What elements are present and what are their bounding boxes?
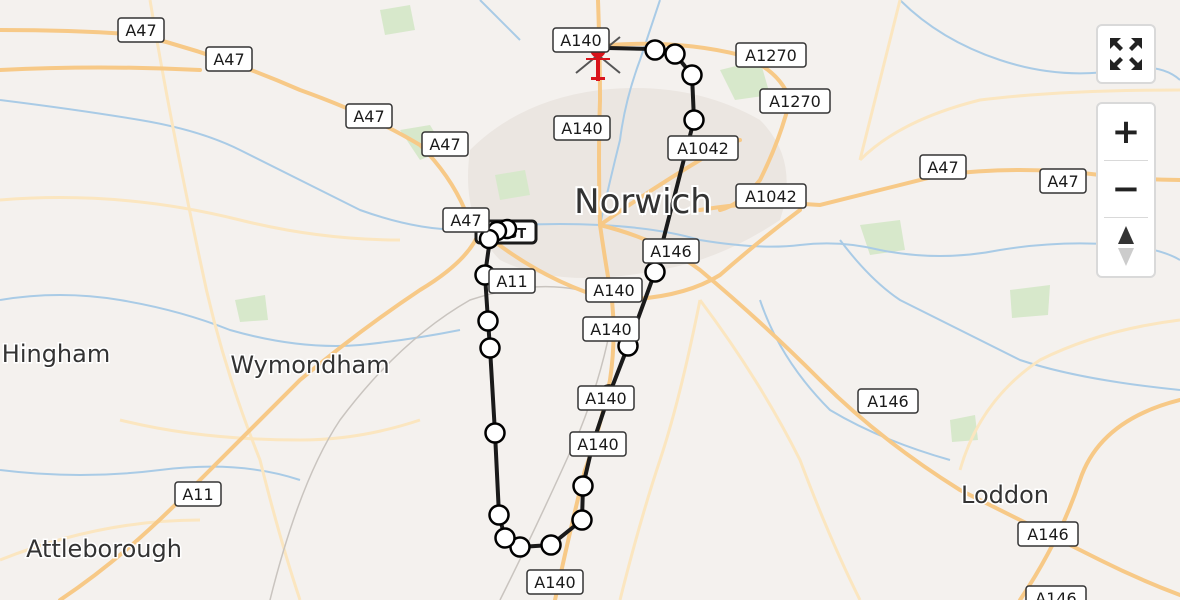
fullscreen-button[interactable] xyxy=(1098,26,1154,82)
road-shield-a140: A140 xyxy=(526,569,584,595)
zoom-control: + − xyxy=(1096,102,1156,278)
road-shield-a11: A11 xyxy=(488,268,536,294)
svg-text:A11: A11 xyxy=(496,272,527,291)
map-canvas[interactable]: ST A47 A47 A47 A47 A47 A47 A47 A140 A140… xyxy=(0,0,1180,600)
fullscreen-control[interactable] xyxy=(1096,24,1156,84)
svg-text:A146: A146 xyxy=(1027,525,1068,544)
route-waypoint[interactable] xyxy=(572,475,594,497)
route-waypoint[interactable] xyxy=(477,310,499,332)
svg-text:A146: A146 xyxy=(650,242,691,261)
svg-text:A1270: A1270 xyxy=(745,46,797,65)
svg-text:A1042: A1042 xyxy=(745,187,797,206)
svg-text:A47: A47 xyxy=(213,50,244,69)
svg-text:A146: A146 xyxy=(1035,589,1076,600)
road-shield-a140: A140 xyxy=(582,316,640,342)
svg-text:A47: A47 xyxy=(125,21,156,40)
road-shield-a47: A47 xyxy=(919,154,967,180)
fullscreen-icon xyxy=(1110,38,1142,70)
route-waypoint[interactable] xyxy=(494,527,516,549)
place-label-attleborough: Attleborough xyxy=(26,535,182,563)
zoom-in-button[interactable]: + xyxy=(1098,104,1154,160)
road-shield-a1042: A1042 xyxy=(667,135,739,161)
route-waypoint[interactable] xyxy=(644,39,666,61)
road-shield-a140: A140 xyxy=(552,27,610,53)
svg-text:A140: A140 xyxy=(590,320,631,339)
place-label-norwich: Norwich xyxy=(574,182,712,222)
road-shield-a47: A47 xyxy=(117,17,165,43)
road-shield-a1042: A1042 xyxy=(735,183,807,209)
svg-text:A140: A140 xyxy=(593,281,634,300)
road-shield-a1270: A1270 xyxy=(735,42,807,68)
road-shield-a140: A140 xyxy=(553,115,611,141)
road-shield-a146: A146 xyxy=(857,388,919,414)
route-waypoint[interactable] xyxy=(571,509,593,531)
road-shield-a146: A146 xyxy=(1017,521,1079,547)
route-waypoint[interactable] xyxy=(540,534,562,556)
svg-text:A140: A140 xyxy=(585,389,626,408)
road-shield-a140: A140 xyxy=(577,385,635,411)
road-shield-a146: A146 xyxy=(642,238,700,264)
svg-text:A1042: A1042 xyxy=(677,139,729,158)
place-label-wymondham: Wymondham xyxy=(230,351,389,379)
road-shield-a1270: A1270 xyxy=(759,88,831,114)
svg-text:A47: A47 xyxy=(1047,172,1078,191)
road-shield-a140: A140 xyxy=(585,277,643,303)
route-waypoint[interactable] xyxy=(681,64,703,86)
route-waypoint[interactable] xyxy=(644,261,666,283)
map[interactable]: ST A47 A47 A47 A47 A47 A47 A47 A140 A140… xyxy=(0,0,1180,600)
svg-text:A47: A47 xyxy=(353,107,384,126)
route-waypoint[interactable] xyxy=(683,109,705,131)
road-shield-a47: A47 xyxy=(1039,168,1087,194)
svg-text:A47: A47 xyxy=(927,158,958,177)
svg-text:A1270: A1270 xyxy=(769,92,821,111)
road-shield-a140: A140 xyxy=(569,431,627,457)
svg-text:A140: A140 xyxy=(534,573,575,592)
place-label-hingham: Hingham xyxy=(2,340,110,368)
road-shield-a47: A47 xyxy=(205,46,253,72)
svg-text:A140: A140 xyxy=(560,31,601,50)
svg-text:A47: A47 xyxy=(450,211,481,230)
road-shield-a47: A47 xyxy=(421,131,469,157)
route-waypoint[interactable] xyxy=(479,337,501,359)
svg-text:A146: A146 xyxy=(867,392,908,411)
route-waypoint[interactable] xyxy=(484,422,506,444)
svg-text:A140: A140 xyxy=(561,119,602,138)
svg-text:A47: A47 xyxy=(429,135,460,154)
road-shield-a146: A146 xyxy=(1025,585,1087,600)
compass-button[interactable] xyxy=(1098,218,1154,274)
compass-icon xyxy=(1118,226,1134,266)
svg-text:A140: A140 xyxy=(577,435,618,454)
road-shield-a47: A47 xyxy=(442,207,490,233)
route-waypoint[interactable] xyxy=(664,43,686,65)
place-label-loddon: Loddon xyxy=(961,481,1049,509)
zoom-out-button[interactable]: − xyxy=(1098,161,1154,217)
road-shield-a11: A11 xyxy=(174,481,222,507)
route-waypoint[interactable] xyxy=(488,504,510,526)
road-shield-a47: A47 xyxy=(345,103,393,129)
svg-text:A11: A11 xyxy=(182,485,213,504)
